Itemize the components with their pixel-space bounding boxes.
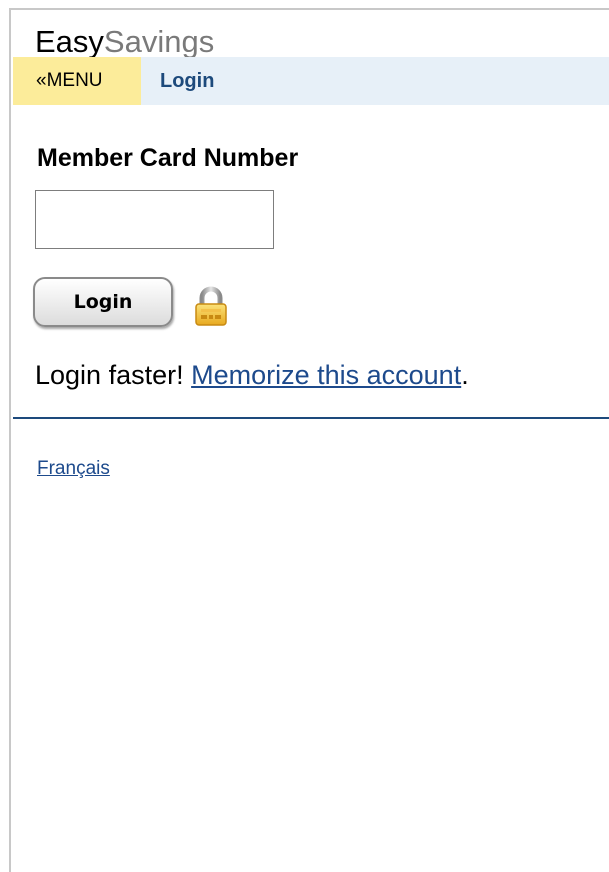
card-number-label: Member Card Number — [37, 144, 299, 172]
memorize-account-link[interactable]: Memorize this account — [191, 360, 461, 390]
promo-text: Login faster! Memorize this account. — [35, 360, 469, 391]
promo-suffix: . — [461, 360, 469, 390]
menu-button[interactable]: «MENU — [13, 57, 141, 105]
promo-prefix: Login faster! — [35, 360, 192, 390]
nav-current-page: Login — [160, 70, 215, 92]
language-link[interactable]: Français — [37, 458, 110, 480]
login-button[interactable]: Login — [33, 277, 173, 327]
site-logo[interactable]: EasySavings — [35, 26, 214, 57]
section-divider — [13, 417, 609, 419]
logo-text-easy: Easy — [35, 24, 104, 59]
lock-icon — [195, 286, 227, 326]
logo-text-savings: Savings — [103, 24, 215, 59]
card-number-input[interactable] — [35, 190, 274, 249]
nav-bar: «MENU Login — [13, 57, 609, 105]
page-frame: EasySavings «MENU Login Member Card Numb… — [9, 8, 609, 872]
